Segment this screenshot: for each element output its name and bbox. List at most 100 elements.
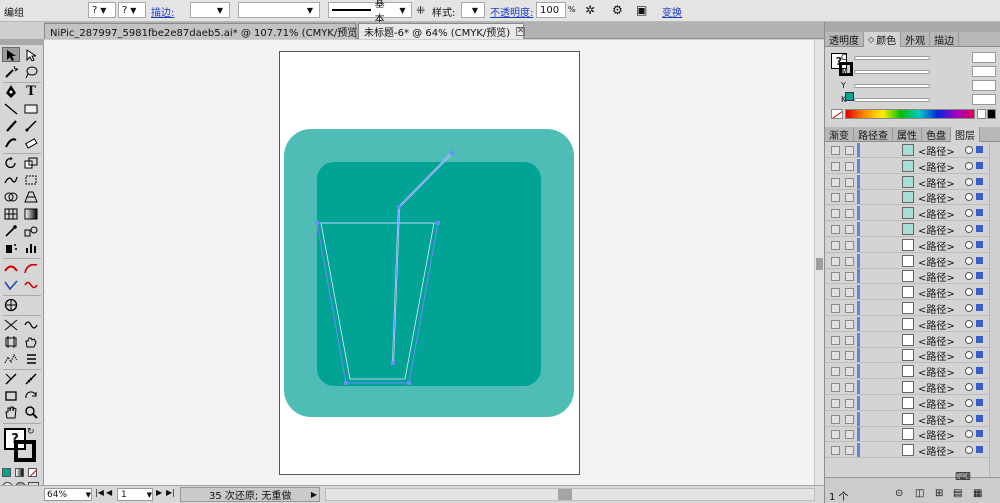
tab-untitled-6[interactable]: 未标题-6* @ 64% (CMYK/预览) ✕	[358, 23, 526, 39]
layer-row[interactable]: <路径>	[825, 206, 1000, 222]
rotate-view-tool[interactable]	[22, 388, 40, 403]
make-clipping-mask-icon[interactable]: ◫	[915, 488, 924, 499]
cyan-slider[interactable]	[854, 55, 930, 60]
lock-toggle[interactable]	[845, 146, 854, 155]
selection-indicator[interactable]	[976, 240, 983, 248]
hand-pan-icon[interactable]	[2, 405, 20, 420]
lock-toggle[interactable]	[845, 256, 854, 266]
layer-name[interactable]: <路径>	[918, 238, 955, 253]
scissors-tool[interactable]	[22, 317, 40, 332]
swap-fill-stroke-icon[interactable]: ↻	[27, 427, 35, 437]
visibility-toggle[interactable]	[831, 177, 840, 187]
vertical-scrollbar[interactable]	[814, 40, 824, 485]
tab-attributes[interactable]: 属性	[893, 127, 922, 142]
type-tool-icon[interactable]: T	[22, 84, 40, 99]
visibility-toggle[interactable]	[831, 146, 840, 155]
gradient-mode-icon[interactable]	[15, 468, 24, 477]
paintbrush-tool[interactable]	[2, 118, 20, 133]
artboard-number-select[interactable]: 1 ▼	[117, 488, 153, 501]
yellow-input[interactable]	[972, 80, 996, 91]
lock-toggle[interactable]	[845, 288, 854, 298]
shape-builder-tool[interactable]	[2, 189, 20, 204]
visibility-toggle[interactable]	[831, 193, 840, 203]
visibility-toggle[interactable]	[831, 351, 840, 361]
visibility-toggle[interactable]	[831, 240, 840, 250]
selection-indicator[interactable]	[976, 430, 983, 438]
layer-name[interactable]: <路径>	[918, 412, 955, 427]
stroke-weight-select[interactable]: ▼	[190, 2, 230, 18]
target-icon[interactable]	[965, 161, 973, 170]
canvas-area[interactable]	[44, 40, 814, 485]
target-icon[interactable]	[965, 367, 973, 376]
recolor-artwork-icon[interactable]: ✲	[585, 3, 595, 17]
first-artboard-icon[interactable]: |◀	[95, 488, 104, 497]
layer-row[interactable]: <路径>	[825, 237, 1000, 253]
target-icon[interactable]	[965, 209, 973, 218]
target-icon[interactable]	[965, 225, 973, 233]
horizontal-scroll-thumb[interactable]	[558, 489, 572, 500]
selection-indicator[interactable]	[976, 414, 983, 422]
layer-name[interactable]: <路径>	[918, 222, 955, 237]
help-dropdown-a[interactable]: ? ▼	[88, 2, 116, 18]
target-icon[interactable]	[965, 288, 973, 297]
magenta-slider[interactable]	[854, 69, 930, 74]
none-mode-icon[interactable]	[28, 468, 37, 477]
selection-indicator[interactable]	[976, 319, 983, 327]
lock-toggle[interactable]	[845, 383, 854, 392]
lock-toggle[interactable]	[845, 161, 854, 171]
selection-indicator[interactable]	[976, 225, 983, 232]
visibility-toggle[interactable]	[831, 319, 840, 329]
lock-toggle[interactable]	[845, 304, 854, 313]
column-graph-tool[interactable]	[22, 240, 40, 255]
layer-name[interactable]: <路径>	[918, 285, 955, 300]
last-artboard-icon[interactable]: ▶|	[166, 488, 175, 497]
lock-toggle[interactable]	[845, 319, 854, 329]
horizontal-scrollbar[interactable]	[325, 488, 815, 501]
direct-selection-tool[interactable]	[22, 47, 40, 62]
free-transform-tool[interactable]	[22, 172, 40, 187]
layer-name[interactable]: <路径>	[918, 333, 955, 348]
brush-select[interactable]: 基本 ▼	[328, 0, 412, 25]
eyedropper-tool[interactable]	[2, 223, 20, 238]
visibility-toggle[interactable]	[831, 367, 840, 377]
selection-indicator[interactable]	[976, 304, 983, 311]
layer-row[interactable]: <路径>	[825, 364, 1000, 380]
blob-brush-tool[interactable]	[2, 135, 20, 150]
curvature-tool[interactable]	[22, 260, 40, 275]
layer-name[interactable]: <路径>	[918, 396, 955, 411]
selection-indicator[interactable]	[976, 146, 983, 153]
blend-tool[interactable]	[22, 223, 40, 238]
layer-name[interactable]: <路径>	[918, 380, 955, 395]
perspective-grid-tool[interactable]	[22, 189, 40, 204]
layer-row[interactable]: <路径>	[825, 253, 1000, 269]
lock-toggle[interactable]	[845, 414, 854, 424]
status-menu-icon[interactable]: ▶	[311, 490, 319, 499]
layer-row[interactable]: <路径>	[825, 348, 1000, 364]
variable-width-select[interactable]: ▼	[238, 2, 320, 18]
stroke-swatch[interactable]	[14, 440, 36, 462]
selection-indicator[interactable]	[976, 351, 983, 359]
lasso-tool[interactable]	[22, 64, 40, 79]
tools-grip[interactable]	[0, 39, 44, 45]
target-icon[interactable]	[965, 430, 973, 439]
target-icon[interactable]	[965, 193, 973, 202]
lock-toggle[interactable]	[845, 367, 854, 377]
tab-gradient[interactable]: 渐变	[825, 127, 854, 142]
visibility-toggle[interactable]	[831, 430, 840, 440]
width-tool[interactable]	[2, 260, 20, 275]
layer-row[interactable]: <路径>	[825, 380, 1000, 395]
visibility-toggle[interactable]	[831, 383, 840, 392]
target-icon[interactable]	[965, 146, 973, 154]
mesh-tool[interactable]	[2, 206, 20, 221]
selection-indicator[interactable]	[976, 383, 983, 390]
target-icon[interactable]	[965, 414, 973, 423]
selection-indicator[interactable]	[976, 272, 983, 280]
black-swatch[interactable]	[987, 109, 996, 119]
visibility-toggle[interactable]	[831, 304, 840, 313]
last-color-swatch[interactable]	[845, 92, 854, 101]
color-spectrum[interactable]	[845, 109, 975, 119]
tab-layers[interactable]: 图层	[951, 127, 980, 142]
artwork[interactable]	[44, 40, 814, 485]
layer-name[interactable]: <路径>	[918, 443, 955, 458]
selection-indicator[interactable]	[976, 256, 983, 264]
